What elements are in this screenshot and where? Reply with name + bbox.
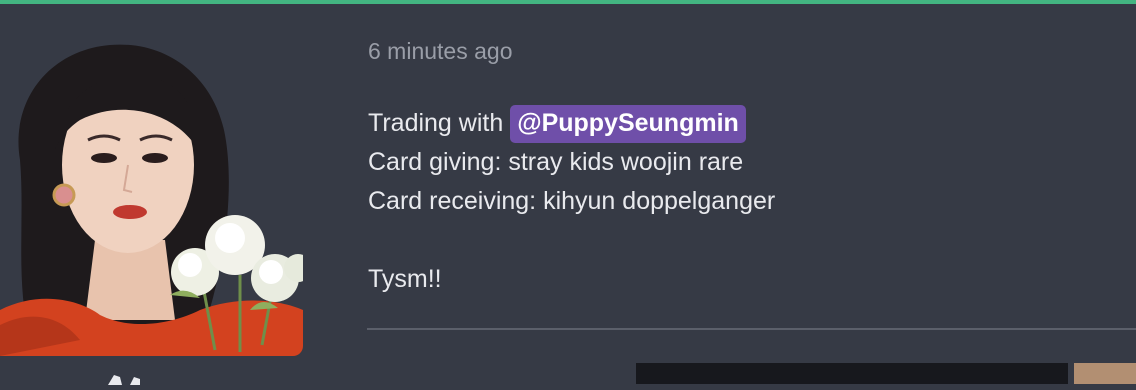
message-line-trading: Trading with @PuppySeungmin xyxy=(368,104,775,143)
accent-top-bar xyxy=(0,0,1136,4)
message-line-thanks: Tysm!! xyxy=(368,265,442,293)
author-name-fragment xyxy=(104,372,154,385)
attachment-thumbnail[interactable] xyxy=(636,363,1068,384)
message-body: Trading with @PuppySeungmin Card giving:… xyxy=(368,104,775,299)
attachment-thumbnail-2[interactable] xyxy=(1074,363,1136,384)
post-timestamp: 6 minutes ago xyxy=(368,38,513,64)
message-line-receiving: Card receiving: kihyun doppelganger xyxy=(368,187,776,215)
user-mention[interactable]: @PuppySeungmin xyxy=(510,105,746,143)
message-prefix: Trading with xyxy=(368,109,511,137)
post-divider xyxy=(367,328,1136,330)
avatar[interactable] xyxy=(0,40,303,356)
message-line-giving: Card giving: stray kids woojin rare xyxy=(368,148,744,176)
